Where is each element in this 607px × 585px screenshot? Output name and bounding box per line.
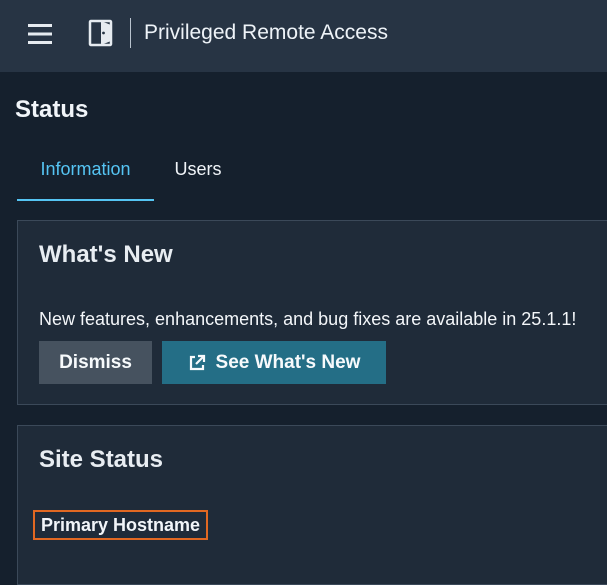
external-link-icon [188,354,206,372]
app-title: Privileged Remote Access [144,21,388,44]
primary-hostname-label: Primary Hostname [33,510,209,540]
see-whats-new-button[interactable]: See What's New [162,341,386,384]
dismiss-button[interactable]: Dismiss [39,341,152,384]
tab-information[interactable]: Information [17,145,154,201]
status-tabs: Information Users [17,145,607,201]
page-title: Status [15,96,89,123]
top-bar: Privileged Remote Access [0,0,607,72]
topbar-divider [130,18,131,48]
see-whats-new-label: See What's New [215,351,361,373]
site-status-card: Site Status Primary Hostname [17,425,607,585]
site-status-title: Site Status [39,446,164,473]
whats-new-message: New features, enhancements, and bug fixe… [39,309,577,329]
hamburger-menu-icon[interactable] [26,20,54,48]
tab-users[interactable]: Users [167,145,229,201]
whats-new-title: What's New [39,241,173,268]
dismiss-button-label: Dismiss [59,351,132,373]
door-icon[interactable] [88,19,114,47]
whats-new-card: What's New New features, enhancements, a… [17,220,607,405]
